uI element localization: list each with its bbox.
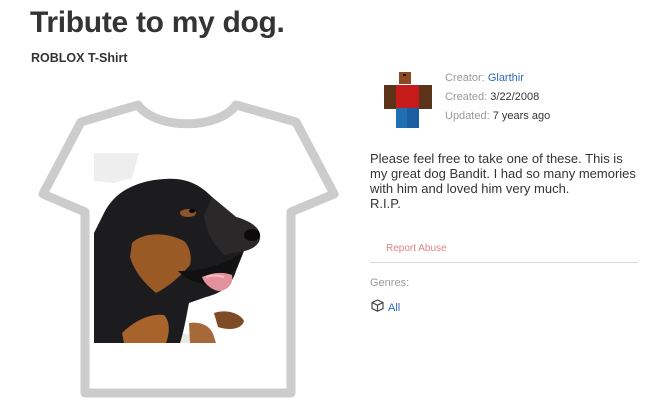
item-description: Please feel free to take one of these. T… xyxy=(370,151,636,211)
updated-row: Updated: 7 years ago xyxy=(445,110,550,122)
page-title: Tribute to my dog. xyxy=(30,6,285,39)
genres-label: Genres: xyxy=(370,277,410,289)
item-type-label: ROBLOX T-Shirt xyxy=(31,51,128,65)
created-row: Created: 3/22/2008 xyxy=(445,91,539,103)
tshirt-thumbnail xyxy=(38,98,343,404)
dog-decal-image xyxy=(94,153,269,343)
genre-label: All xyxy=(388,302,401,314)
created-value: 3/22/2008 xyxy=(490,91,540,103)
creator-link[interactable]: Glarthir xyxy=(488,72,524,84)
creator-label: Creator: xyxy=(445,72,485,84)
creator-avatar[interactable] xyxy=(384,72,432,130)
cube-icon xyxy=(371,299,384,317)
created-label: Created: xyxy=(445,91,488,103)
divider xyxy=(370,262,638,263)
dog-photo xyxy=(94,153,269,343)
creator-row: Creator: Glarthir xyxy=(445,72,524,84)
updated-value: 7 years ago xyxy=(492,110,551,122)
updated-label: Updated: xyxy=(445,110,490,122)
report-abuse-link[interactable]: Report Abuse xyxy=(386,243,447,254)
genre-link-all[interactable]: All xyxy=(371,299,400,317)
